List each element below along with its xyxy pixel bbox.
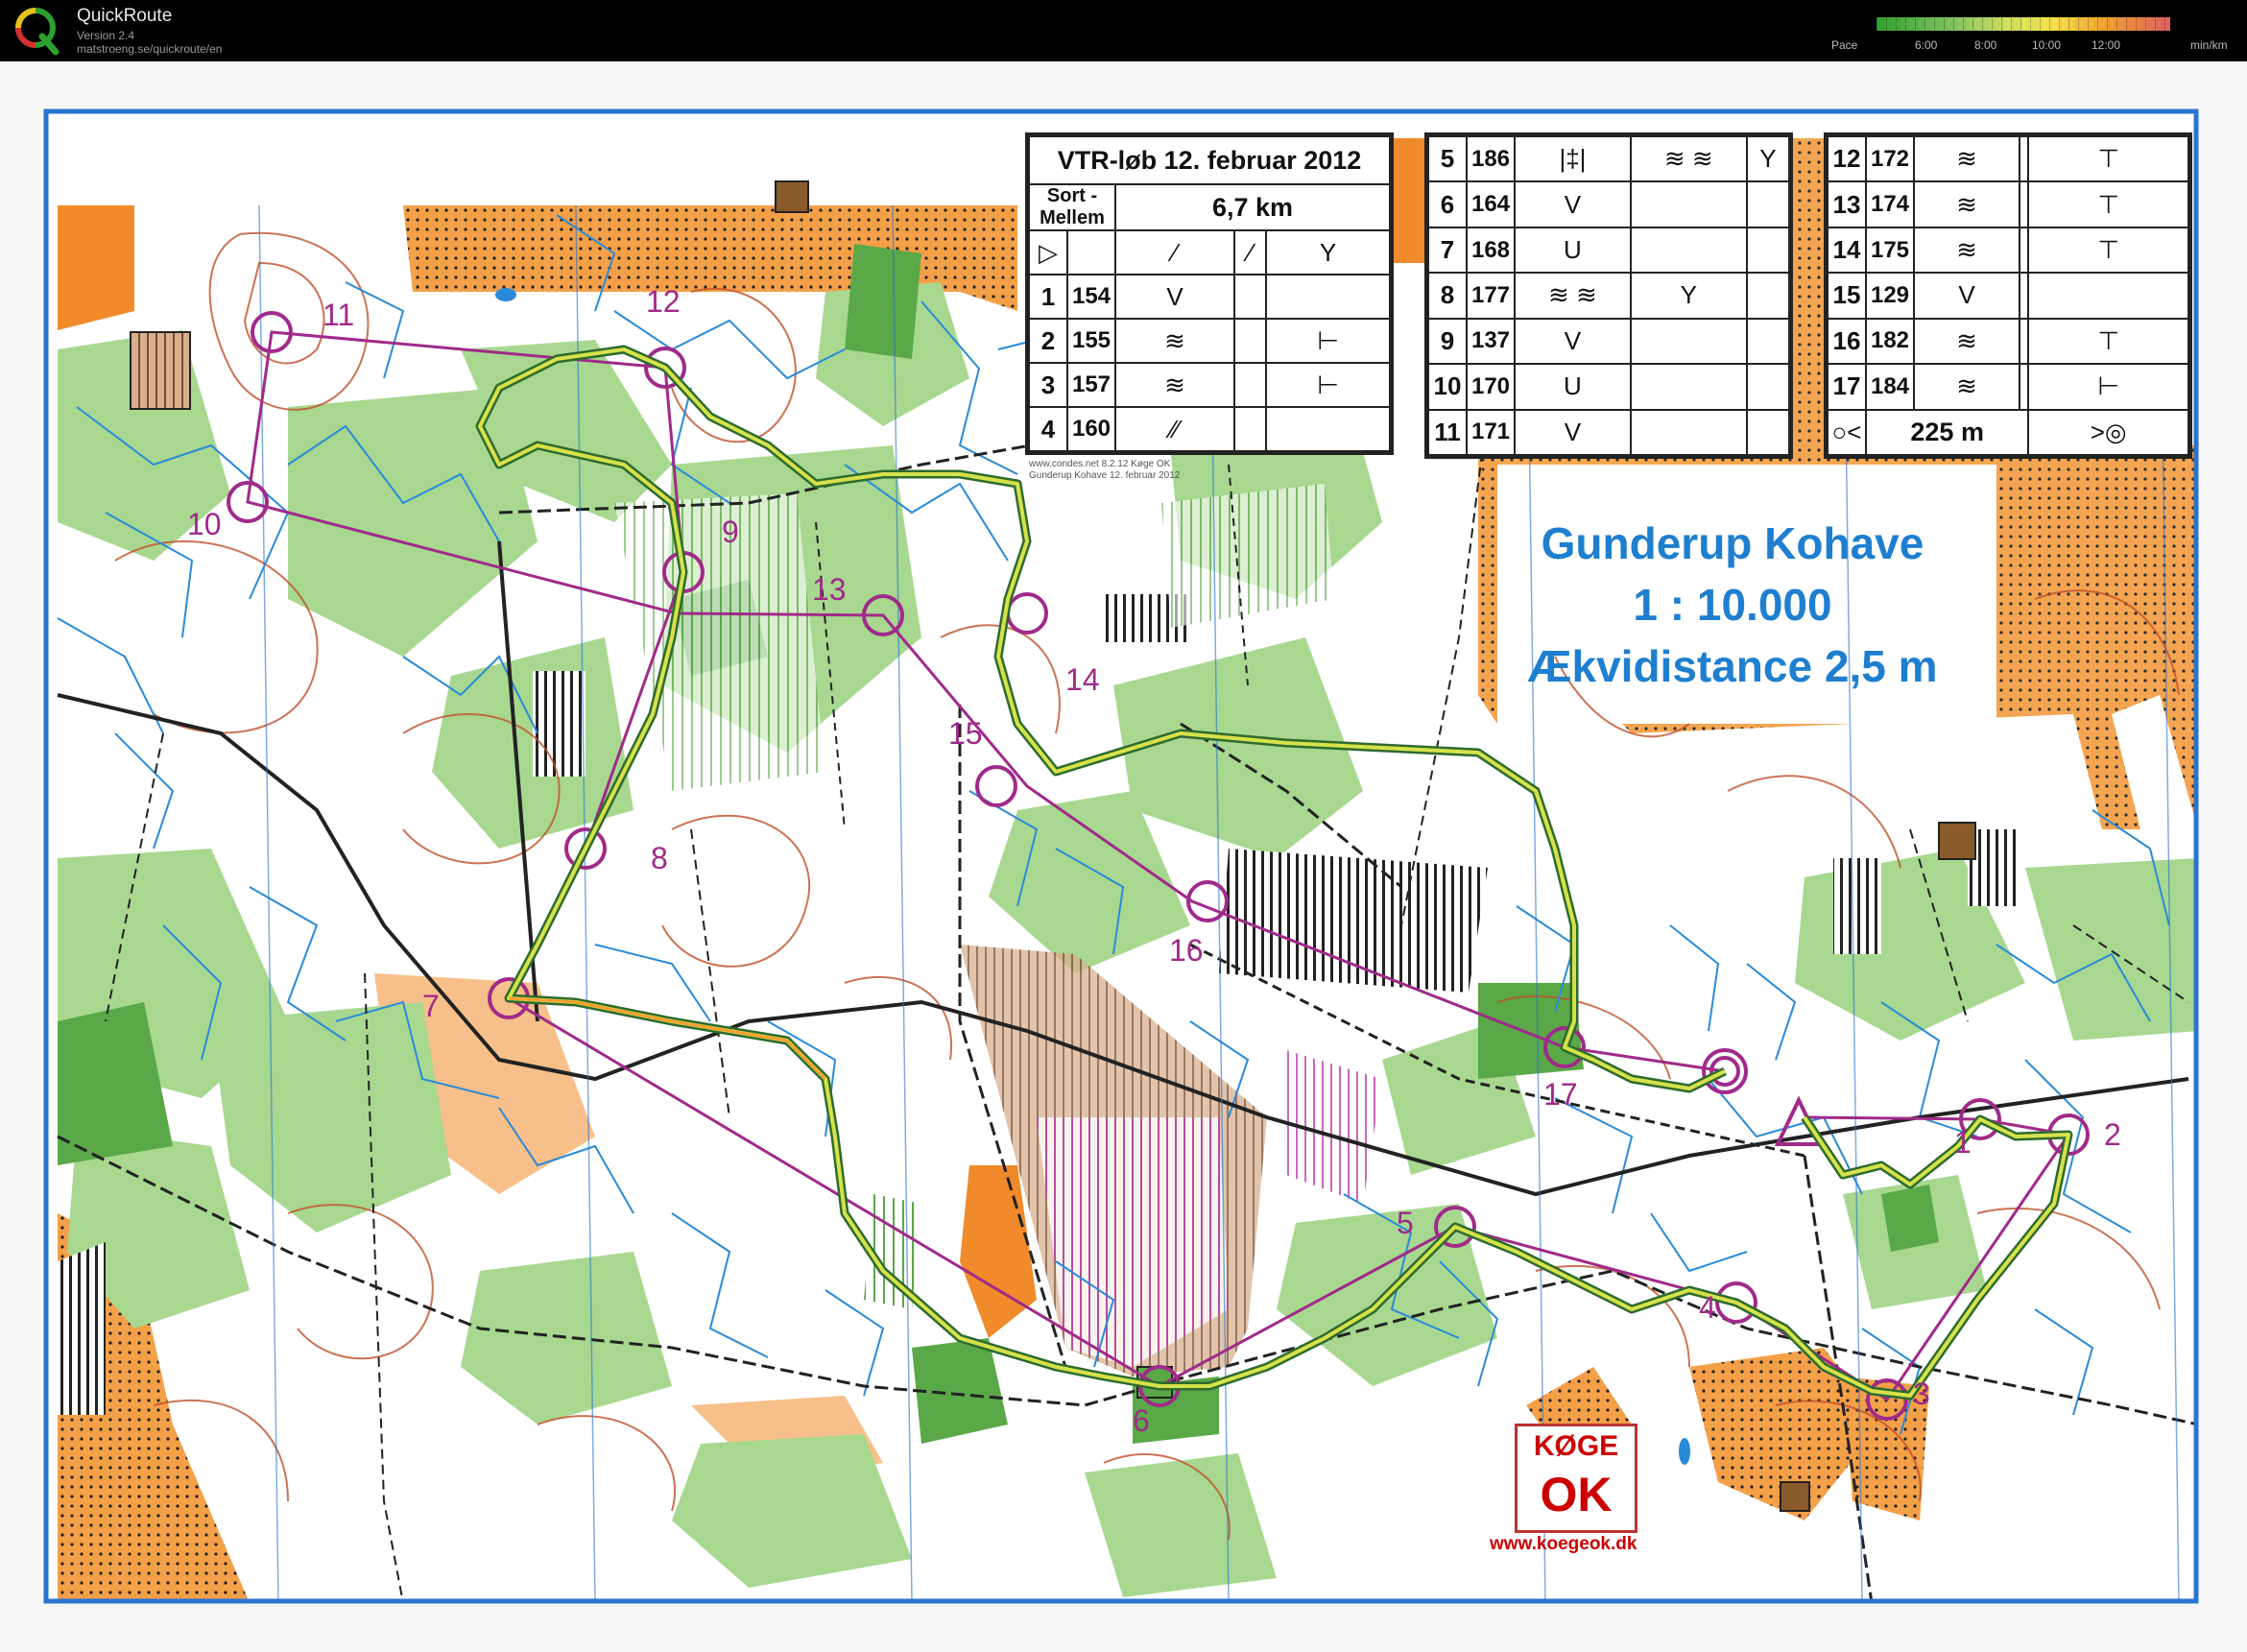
control-row: 9 137 V xyxy=(1427,317,1791,366)
control-label: 9 xyxy=(722,515,739,549)
finish-row: ○< 225 m >◎ xyxy=(1827,408,2189,457)
control-row: 6 164 V xyxy=(1427,180,1791,228)
map-credit: www.condes.net 8.2.12 Køge OK Gunderup K… xyxy=(1029,459,1181,481)
control-description-table-2: 5 186 |‡| ≋ ≋ Y 6 164 V 7 168 U 8 177 ≋ ≋ Y 9 137 V 1… xyxy=(1424,132,1793,459)
building xyxy=(1780,1481,1810,1512)
control-row: 11 171 V xyxy=(1427,408,1791,457)
plantation xyxy=(130,331,191,410)
pace-legend-label: Pace xyxy=(1831,38,1858,52)
club-logo: KØGE OK xyxy=(1515,1424,1637,1533)
control-label: 11 xyxy=(323,298,355,332)
control-row: 13 174 ≋ ⊤ xyxy=(1827,180,2189,228)
control-row: 15 129 V xyxy=(1827,272,2189,320)
course-distance: 6,7 km xyxy=(1114,183,1391,231)
control-label: 3 xyxy=(1913,1377,1930,1411)
open-land-area xyxy=(58,205,134,330)
pace-tick: 8:00 xyxy=(1974,38,1997,52)
control-label: 10 xyxy=(187,507,222,541)
control-row: 5 186 |‡| ≋ ≋ Y xyxy=(1427,134,1791,183)
control-row: 7 168 U xyxy=(1427,226,1791,275)
control-label: 14 xyxy=(1065,662,1100,697)
quickroute-logo-icon xyxy=(15,8,60,56)
club-url[interactable]: www.koegeok.dk xyxy=(1490,1534,1637,1555)
control-row: 17 184 ≋ ⊢ xyxy=(1827,363,2189,411)
finish-distance: 225 m xyxy=(1864,408,2030,457)
control-label: 16 xyxy=(1169,933,1204,968)
control-label: 1 xyxy=(1954,1125,1972,1160)
course-name: Sort - Mellem xyxy=(1028,183,1116,231)
control-label: 8 xyxy=(651,841,668,875)
control-row: 12 172 ≋ ⊤ xyxy=(1827,134,2189,183)
control-row: 1 154 V xyxy=(1028,274,1391,320)
map-scale: 1 : 10.000 xyxy=(1633,580,1832,630)
map-contour-interval: Ækvidistance 2,5 m xyxy=(1527,641,1938,691)
control-label: 5 xyxy=(1397,1206,1414,1240)
app-url[interactable]: matstroeng.se/quickroute/en xyxy=(77,42,222,56)
control-row: 3 157 ≋ ⊢ xyxy=(1028,362,1391,408)
map-name: Gunderup Kohave xyxy=(1541,518,1924,568)
control-label: 15 xyxy=(948,716,983,751)
control-label: 2 xyxy=(2104,1117,2121,1152)
control-label: 7 xyxy=(422,989,440,1023)
building xyxy=(1938,822,1976,860)
control-label: 12 xyxy=(646,284,681,319)
control-row: 16 182 ≋ ⊤ xyxy=(1827,317,2189,366)
pace-tick: 10:00 xyxy=(2032,38,2062,52)
control-row: 14 175 ≋ ⊤ xyxy=(1827,226,2189,275)
pond xyxy=(495,288,516,301)
finish-to-icon: >◎ xyxy=(2027,408,2189,457)
control-label: 6 xyxy=(1133,1403,1150,1438)
pace-tick: 12:00 xyxy=(2092,38,2121,52)
pace-color-scale xyxy=(1876,17,2170,31)
control-row: 10 170 U xyxy=(1427,363,1791,411)
control-label: 13 xyxy=(812,572,847,607)
control-description-table-1: VTR-løb 12. februar 2012 Sort - Mellem 6,… xyxy=(1025,132,1394,455)
control-description-table-3: 12 172 ≋ ⊤ 13 174 ≋ ⊤ 14 175 ≋ ⊤ 15 129 V 16 182 ≋ ⊤ 1… xyxy=(1824,132,2192,459)
start-symbol: ▷ xyxy=(1028,229,1068,275)
control-row: 4 160 ⁄⁄ xyxy=(1028,406,1391,452)
app-version: Version 2.4 xyxy=(77,29,135,42)
control-label: 4 xyxy=(1699,1290,1716,1325)
pace-unit: min/km xyxy=(2190,38,2228,52)
control-row: 2 155 ≋ ⊢ xyxy=(1028,318,1391,364)
app-title: QuickRoute xyxy=(77,6,173,26)
building xyxy=(775,180,809,213)
pace-tick: 6:00 xyxy=(1915,38,1938,52)
finish-from-icon: ○< xyxy=(1827,408,1867,457)
cultivated-area xyxy=(533,671,586,777)
map-title-block: Gunderup Kohave 1 : 10.000 Ækvidistance … xyxy=(1526,513,1939,697)
control-row: 8 177 ≋ ≋ Y xyxy=(1427,272,1791,320)
cultivated-area xyxy=(1219,849,1488,993)
app-header-bar: QuickRoute Version 2.4 matstroeng.se/qui… xyxy=(0,0,2247,61)
control-label: 17 xyxy=(1543,1077,1578,1112)
event-title: VTR-løb 12. februar 2012 xyxy=(1028,135,1391,185)
